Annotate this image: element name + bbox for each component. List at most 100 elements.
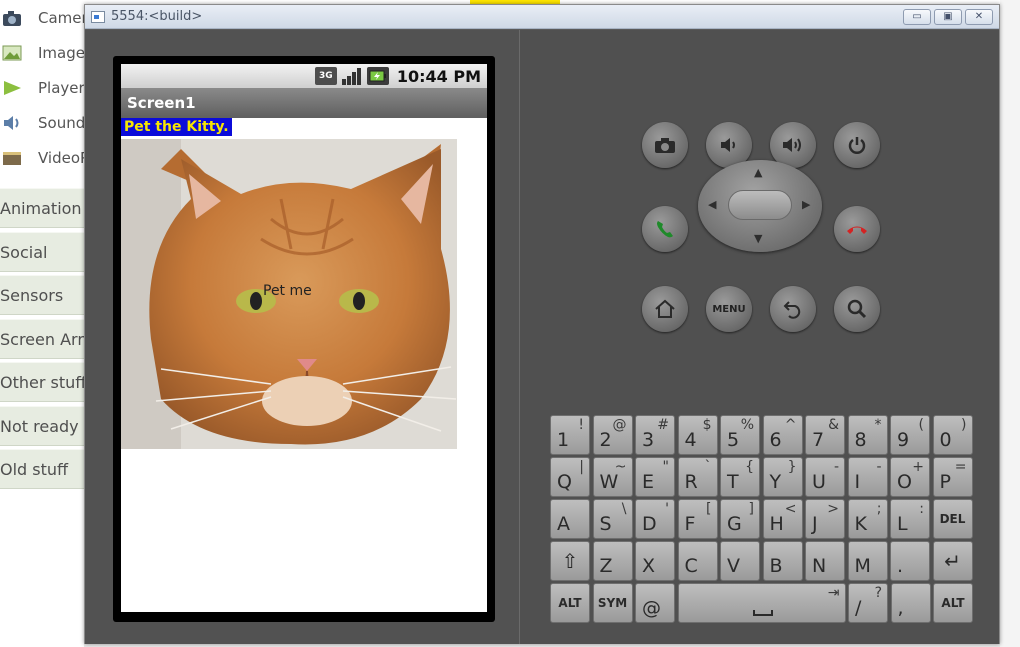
key-l[interactable]: L: [890, 499, 930, 539]
key-6[interactable]: 6 ^ [762, 415, 803, 455]
key-r[interactable]: R ` [677, 457, 718, 497]
video-icon [3, 152, 21, 165]
key-q[interactable]: Q | [550, 457, 590, 497]
key-d[interactable]: D ' [635, 499, 675, 539]
key-label: 7 [812, 429, 825, 451]
palette-item-videoplayer[interactable]: VideoPlayer [0, 142, 84, 174]
key-n[interactable]: N [805, 541, 845, 581]
minimize-button[interactable]: ▭ [903, 9, 931, 25]
key-label: P [939, 471, 951, 493]
key-b[interactable]: B [762, 541, 803, 581]
key-at[interactable]: @ [635, 583, 675, 623]
palette-item-label: Camera [38, 9, 84, 27]
player-icon [4, 81, 21, 95]
camera-button[interactable] [642, 122, 688, 168]
key-o[interactable]: O + [890, 457, 930, 497]
palette-category[interactable]: Sensors [0, 275, 84, 315]
key-secondary-label: \ [621, 501, 627, 517]
key-j[interactable]: J > [805, 499, 845, 539]
menu-button[interactable]: MENU [706, 286, 752, 332]
palette-item-camera[interactable]: Camera [0, 2, 84, 34]
key-y[interactable]: Y} [762, 457, 803, 497]
home-button[interactable] [642, 286, 688, 332]
dpad-right-icon[interactable]: ▶ [802, 198, 810, 211]
key-alt-right[interactable]: ALT [933, 583, 973, 623]
window-titlebar[interactable]: 5554:<build> ▭ ▣ ✕ [85, 5, 999, 29]
close-button[interactable]: ✕ [965, 9, 993, 25]
key-k[interactable]: K; [847, 499, 888, 539]
key-space[interactable]: ⇥ [677, 583, 846, 623]
key-0[interactable]: 0) [932, 415, 973, 455]
kitty-image-button[interactable]: Pet me [121, 139, 457, 449]
key-s[interactable]: S \ [592, 499, 633, 539]
key-c[interactable]: C [677, 541, 718, 581]
key-f[interactable]: F[ [677, 499, 718, 539]
key-u[interactable]: U- [805, 457, 845, 497]
space-icon [752, 610, 773, 616]
search-button[interactable] [834, 286, 880, 332]
key-i[interactable]: I- [847, 457, 888, 497]
key-w[interactable]: W ~ [592, 457, 633, 497]
key-8[interactable]: 8 * [847, 415, 888, 455]
key-5[interactable]: 5% [720, 415, 760, 455]
maximize-button[interactable]: ▣ [934, 9, 962, 25]
palette-category[interactable]: Old stuff [0, 449, 84, 489]
end-call-button[interactable] [834, 206, 880, 252]
key-shift[interactable]: ⇧ [550, 541, 590, 581]
key-h[interactable]: H < [762, 499, 803, 539]
key-label: B [769, 555, 783, 577]
key-z[interactable]: Z [592, 541, 633, 581]
key-label: 2 [599, 429, 612, 451]
key-x[interactable]: X [635, 541, 675, 581]
key-t[interactable]: T{ [720, 457, 760, 497]
key-label: R [684, 471, 698, 493]
palette-category[interactable]: Not ready for prime time [0, 406, 84, 446]
palette-item-label: VideoPlayer [38, 149, 84, 167]
key-label: N [812, 555, 827, 577]
key-a[interactable]: A [550, 499, 590, 539]
key-e[interactable]: E " [635, 457, 675, 497]
palette-category[interactable]: Other stuff [0, 362, 84, 402]
key-label: . [897, 555, 904, 577]
dpad-down-icon[interactable]: ▼ [754, 232, 762, 245]
key-label: 1 [557, 429, 570, 451]
key-g[interactable]: G] [720, 499, 760, 539]
palette-item-imagepicker[interactable]: ImagePicker [0, 37, 84, 69]
key-label: A [557, 513, 570, 535]
key-9[interactable]: 9( [890, 415, 930, 455]
palette-item-player[interactable]: Player [0, 72, 84, 104]
key-p[interactable]: P = [932, 457, 973, 497]
key-v[interactable]: V [720, 541, 760, 581]
key-7[interactable]: 7 & [805, 415, 845, 455]
key-label: 8 [854, 429, 867, 451]
image-picker-icon [2, 45, 22, 61]
dpad-left-icon[interactable]: ◀ [708, 198, 716, 211]
key-label: 4 [684, 429, 697, 451]
status-time: 10:44 PM [396, 66, 481, 86]
palette-category[interactable]: Social [0, 232, 84, 272]
key-slash[interactable]: /? [848, 583, 888, 623]
back-button[interactable] [770, 286, 816, 332]
call-button[interactable] [642, 206, 688, 252]
key-sym[interactable]: SYM [592, 583, 633, 623]
key-4[interactable]: 4 $ [677, 415, 718, 455]
key-m[interactable]: M [847, 541, 888, 581]
desktop: Camera ImagePicker Player Sound VideoPla… [0, 0, 1020, 647]
palette-category[interactable]: Animation [0, 188, 84, 228]
key-comma[interactable]: , [890, 583, 931, 623]
dpad-up-icon[interactable]: ▲ [754, 166, 762, 179]
dpad-center-button[interactable] [728, 190, 792, 220]
palette-item-sound[interactable]: Sound [0, 107, 84, 139]
dpad[interactable]: ▲ ▼ ◀ ▶ [698, 160, 822, 252]
key-del[interactable]: DEL [932, 499, 973, 539]
key-alt-left[interactable]: ALT [550, 583, 590, 623]
power-button[interactable] [834, 122, 880, 168]
key-enter[interactable]: ↵ [932, 541, 973, 581]
key-period[interactable]: . [890, 541, 930, 581]
key-label: DEL [939, 512, 966, 526]
key-2[interactable]: 2 @ [592, 415, 633, 455]
key-3[interactable]: 3 # [635, 415, 675, 455]
key-1[interactable]: 1! [550, 415, 590, 455]
palette-category[interactable]: Screen Arrangement [0, 319, 84, 359]
key-label: H [769, 513, 784, 535]
